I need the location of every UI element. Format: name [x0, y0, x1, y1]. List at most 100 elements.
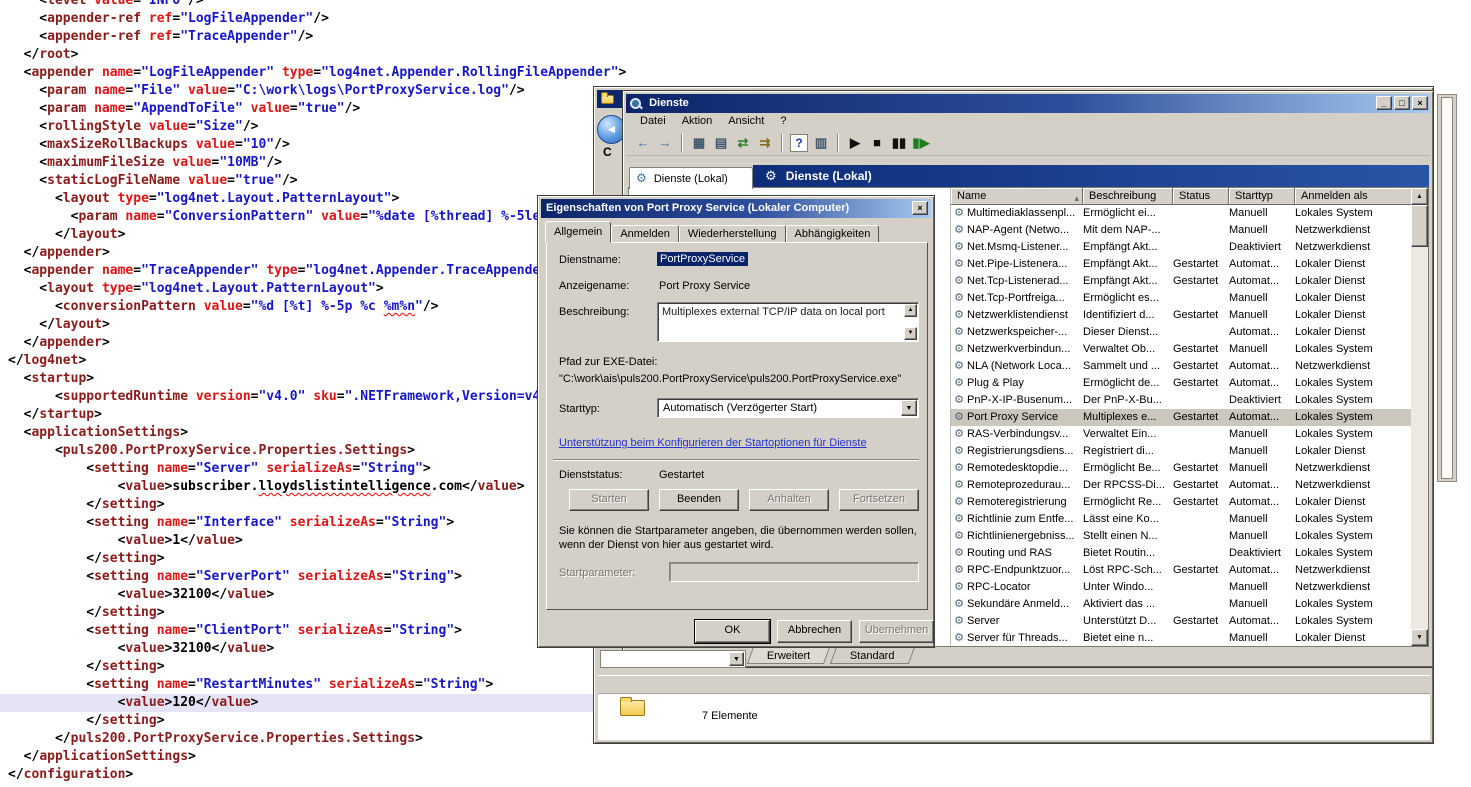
extended-view-icon[interactable]: ▥ — [810, 133, 832, 153]
tab-anmelden[interactable]: Anmelden — [611, 225, 679, 243]
service-row[interactable]: ⚙RemoteregistrierungErmöglicht Re...Gest… — [951, 494, 1413, 511]
service-gear-icon: ⚙ — [951, 511, 967, 528]
scroll-down-button[interactable]: ▼ — [1411, 629, 1428, 646]
scrollbar-thumb[interactable] — [1411, 205, 1428, 247]
service-row[interactable]: ⚙Registrierungsdiens...Registriert di...… — [951, 443, 1413, 460]
service-row[interactable]: ⚙Netzwerkverbindun...Verwaltet Ob...Gest… — [951, 341, 1413, 358]
dropdown-icon[interactable]: ▼ — [729, 652, 744, 666]
cell-desc: Stellt einen N... — [1083, 528, 1173, 545]
cancel-button[interactable]: Abbrechen — [777, 620, 852, 643]
exe-path-value: "C:\work\ais\puls200.PortProxyService\pu… — [559, 373, 901, 385]
scroll-down-icon[interactable]: ▼ — [904, 327, 917, 340]
service-row[interactable]: ⚙NetzwerklistendienstIdentifiziert d...G… — [951, 307, 1413, 324]
service-row[interactable]: ⚙Net.Pipe-Listenera...Empfängt Akt...Ges… — [951, 256, 1413, 273]
cell-desc: Löst RPC-Sch... — [1083, 562, 1173, 579]
explorer-statusbar: 7 Elemente — [598, 694, 1430, 740]
startup-type-combobox[interactable]: Automatisch (Verzögerter Start) ▼ — [657, 398, 919, 418]
code-line[interactable]: </root> — [0, 46, 799, 64]
pause-service-icon[interactable]: ▮▮ — [888, 133, 910, 153]
service-row[interactable]: ⚙Richtlinienergebniss...Stellt einen N..… — [951, 528, 1413, 545]
dialog-close-button[interactable]: × — [912, 201, 928, 215]
service-row[interactable]: ⚙Plug & PlayErmöglicht de...GestartetAut… — [951, 375, 1413, 392]
service-row[interactable]: ⚙Routing und RASBietet Routin...Deaktivi… — [951, 545, 1413, 562]
code-line[interactable]: <appender-ref ref="TraceAppender"/> — [0, 28, 799, 46]
maximize-button[interactable]: □ — [1394, 96, 1410, 110]
service-row[interactable]: ⚙NLA (Network Loca...Sammelt und ...Gest… — [951, 358, 1413, 375]
view-tab-erweitert[interactable]: Erweitert — [747, 647, 831, 664]
stop-service-icon[interactable]: ■ — [866, 133, 888, 153]
service-row[interactable]: ⚙RPC-LocatorUnter Windo...ManuellNetzwer… — [951, 579, 1413, 596]
scroll-up-icon[interactable]: ▲ — [904, 304, 917, 317]
service-row[interactable]: ⚙Multimediaklassenpl...Ermöglicht ei...M… — [951, 205, 1413, 222]
column-header-starttyp[interactable]: Starttyp — [1229, 188, 1295, 205]
toolbar-separator — [837, 134, 839, 152]
cell-startup: Automat... — [1229, 494, 1295, 511]
export-list-icon[interactable]: ⇉ — [754, 133, 776, 153]
vertical-scrollbar[interactable]: ▲ ▼ — [1411, 188, 1428, 646]
column-header-beschreibung[interactable]: Beschreibung — [1083, 188, 1173, 205]
startup-options-help-link[interactable]: Unterstützung beim Konfigurieren der Sta… — [559, 437, 867, 449]
service-row[interactable]: ⚙Sekundäre Anmeld...Aktiviert das ...Man… — [951, 596, 1413, 613]
menu-item-ansicht[interactable]: Ansicht — [720, 113, 772, 130]
service-name-value[interactable]: PortProxyService — [657, 252, 748, 266]
service-row[interactable]: ⚙Remotedesktopdie...Ermöglicht Be...Gest… — [951, 460, 1413, 477]
service-row[interactable]: ⚙Net.Msmq-Listener...Empfängt Akt...Deak… — [951, 239, 1413, 256]
explorer-combobox[interactable]: ▼ — [600, 650, 746, 668]
column-header-status[interactable]: Status — [1173, 188, 1229, 205]
column-header-anmelden-als[interactable]: Anmelden als — [1295, 188, 1413, 205]
service-row[interactable]: ⚙Net.Tcp-Listenerad...Empfängt Akt...Ges… — [951, 273, 1413, 290]
view-tab-standard[interactable]: Standard — [830, 647, 915, 664]
help-icon[interactable]: ? — [790, 134, 808, 152]
cell-name: Net.Pipe-Listenera... — [967, 256, 1083, 273]
tab-allgemein[interactable]: Allgemein — [545, 221, 611, 243]
menu-item-aktion[interactable]: Aktion — [674, 113, 721, 130]
cell-logon: Lokales System — [1295, 341, 1413, 358]
code-line[interactable]: </applicationSettings> — [0, 748, 799, 766]
service-row[interactable]: ⚙Port Proxy ServiceMultiplexes e...Gesta… — [951, 409, 1413, 426]
code-line[interactable]: <appender-ref ref="LogFileAppender"/> — [0, 10, 799, 28]
column-header-name[interactable]: Name▴ — [951, 188, 1083, 205]
ok-button[interactable]: OK — [695, 620, 770, 643]
services-titlebar[interactable]: Dienste _□× — [626, 94, 1430, 113]
dropdown-icon[interactable]: ▼ — [901, 400, 917, 416]
service-row[interactable]: ⚙Netzwerkspeicher-...Dieser Dienst...Aut… — [951, 324, 1413, 341]
service-row[interactable]: ⚙RAS-Verbindungsv...Verwaltet Ein...Manu… — [951, 426, 1413, 443]
cell-startup: Automat... — [1229, 477, 1295, 494]
stop-button[interactable]: Beenden — [659, 489, 739, 511]
forward-icon[interactable]: → — [654, 133, 676, 153]
show-tree-icon[interactable]: ▦ — [688, 133, 710, 153]
pause-button: Anhalten — [749, 489, 829, 511]
code-line[interactable]: </configuration> — [0, 766, 799, 784]
description-box[interactable]: Multiplexes external TCP/IP data on loca… — [657, 302, 919, 342]
code-line[interactable]: <appender name="LogFileAppender" type="l… — [0, 64, 799, 82]
refresh-icon[interactable]: ⇄ — [732, 133, 754, 153]
code-line[interactable]: <value>120</value> — [0, 694, 597, 712]
properties-icon[interactable]: ▤ — [710, 133, 732, 153]
service-row[interactable]: ⚙Net.Tcp-Portfreiga...Ermöglicht es...Ma… — [951, 290, 1413, 307]
cell-startup: Automat... — [1229, 324, 1295, 341]
restart-service-icon[interactable]: ▮▶ — [910, 133, 932, 153]
service-row[interactable]: ⚙PnP-X-IP-Busenum...Der PnP-X-Bu...Deakt… — [951, 392, 1413, 409]
params-hint-line2: wenn der Dienst von hier aus gestartet w… — [559, 539, 774, 551]
code-line[interactable]: <level value="INFO"/> — [0, 0, 799, 10]
service-row[interactable]: ⚙Server für Threads...Bietet eine n...Ma… — [951, 630, 1413, 646]
tab-abhngigkeiten[interactable]: Abhängigkeiten — [786, 225, 880, 243]
toolbar-separator — [781, 134, 783, 152]
back-icon[interactable]: ← — [632, 133, 654, 153]
service-row[interactable]: ⚙Remoteprozedurau...Der RPCSS-Di...Gesta… — [951, 477, 1413, 494]
service-gear-icon: ⚙ — [951, 409, 967, 426]
service-row[interactable]: ⚙ServerUnterstützt D...GestartetAutomat.… — [951, 613, 1413, 630]
cell-name: Netzwerkverbindun... — [967, 341, 1083, 358]
tab-wiederherstellung[interactable]: Wiederherstellung — [679, 225, 786, 243]
service-row[interactable]: ⚙NAP-Agent (Netwo...Mit dem NAP-...Manue… — [951, 222, 1413, 239]
console-tree-tab[interactable]: ⚙ Dienste (Lokal) — [629, 167, 753, 189]
service-row[interactable]: ⚙Richtlinie zum Entfe...Lässt eine Ko...… — [951, 511, 1413, 528]
scroll-up-button[interactable]: ▲ — [1411, 188, 1428, 205]
menu-item-help[interactable]: ? — [772, 113, 794, 130]
dialog-titlebar[interactable]: Eigenschaften von Port Proxy Service (Lo… — [541, 199, 931, 218]
minimize-button[interactable]: _ — [1376, 96, 1392, 110]
start-service-icon[interactable]: ▶ — [844, 133, 866, 153]
close-button[interactable]: × — [1412, 96, 1428, 110]
service-row[interactable]: ⚙RPC-Endpunktzuor...Löst RPC-Sch...Gesta… — [951, 562, 1413, 579]
menu-item-datei[interactable]: Datei — [632, 113, 674, 130]
